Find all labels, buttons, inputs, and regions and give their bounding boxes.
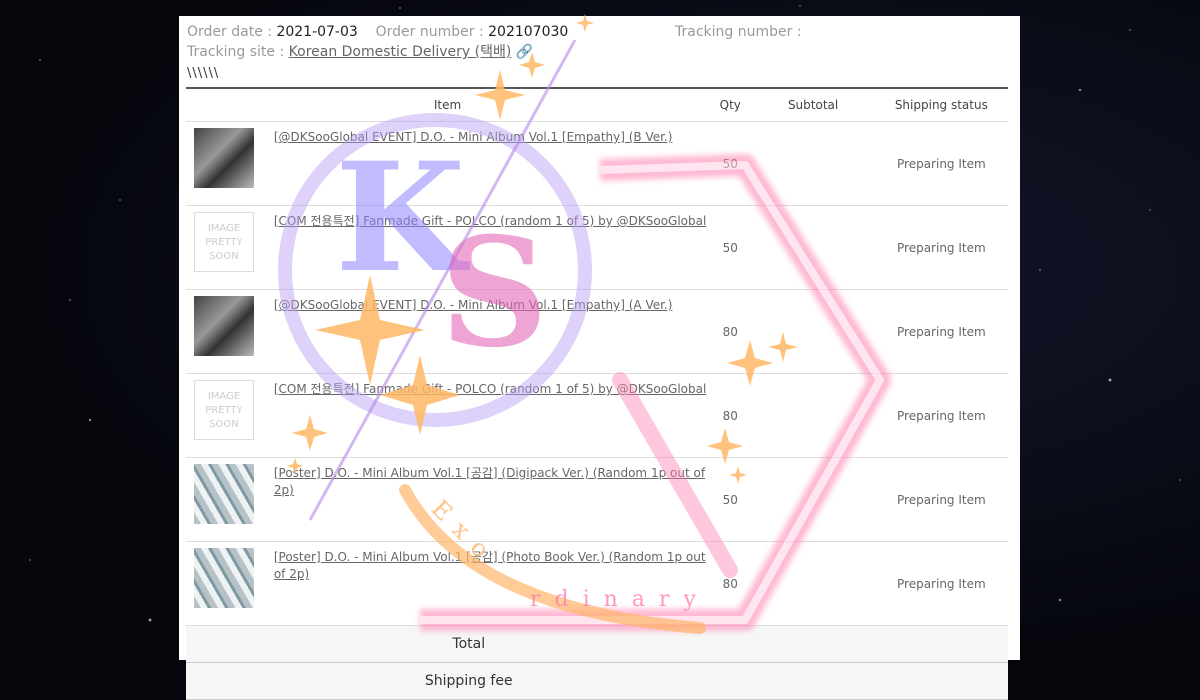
shipping-fee-value: [751, 662, 1008, 700]
item-qty: 80: [709, 373, 752, 458]
column-header-qty: Qty: [709, 87, 752, 122]
tracking-site-link[interactable]: Korean Domestic Delivery (택배): [289, 44, 512, 60]
total-label: Total: [186, 625, 752, 663]
placeholder-text: IMAGE: [207, 223, 241, 234]
placeholder-text: PRETTY: [205, 237, 243, 248]
table-row: [@DKSooGlobal EVENT] D.O. - Mini Album V…: [186, 289, 1008, 374]
item-shipping-status: Preparing Item: [874, 205, 1008, 290]
total-value: [751, 625, 1008, 663]
order-items-table: Item Qty Subtotal Shipping status [@DKSo…: [186, 87, 1008, 700]
table-row: [Poster] D.O. - Mini Album Vol.1 [공감] (D…: [186, 457, 1008, 542]
item-subtotal: [751, 121, 875, 206]
item-qty: 80: [709, 289, 752, 374]
placeholder-text: IMAGE: [207, 391, 241, 402]
order-number-label: Order number :: [375, 24, 484, 40]
column-header-subtotal: Subtotal: [751, 87, 875, 122]
order-info-row: Order date : 2021-07-03 Order number : 2…: [187, 24, 568, 40]
placeholder-text: SOON: [209, 251, 239, 262]
item-shipping-status: Preparing Item: [874, 373, 1008, 458]
item-subtotal: [751, 541, 875, 626]
product-thumbnail[interactable]: [194, 296, 254, 356]
slashes-text: \\\\\\: [187, 66, 220, 81]
placeholder-text: PRETTY: [205, 405, 243, 416]
product-thumbnail[interactable]: [194, 464, 254, 524]
item-qty: 80: [709, 541, 752, 626]
item-qty: 50: [709, 205, 752, 290]
item-name-link[interactable]: [@DKSooGlobal EVENT] D.O. - Mini Album V…: [274, 130, 673, 144]
item-shipping-status: Preparing Item: [874, 121, 1008, 206]
order-date-value: 2021-07-03: [276, 24, 358, 40]
placeholder-thumbnail[interactable]: IMAGE PRETTY SOON: [194, 212, 254, 272]
order-detail-panel: Order date : 2021-07-03 Order number : 2…: [179, 16, 1020, 700]
item-subtotal: [751, 373, 875, 458]
item-name-link[interactable]: [Poster] D.O. - Mini Album Vol.1 [공감] (P…: [274, 550, 706, 581]
table-row: [@DKSooGlobal EVENT] D.O. - Mini Album V…: [186, 121, 1008, 206]
item-shipping-status: Preparing Item: [874, 541, 1008, 626]
table-row: [Poster] D.O. - Mini Album Vol.1 [공감] (P…: [186, 541, 1008, 626]
item-subtotal: [751, 205, 875, 290]
item-name-link[interactable]: [COM 전용특전] Fanmade Gift - POLCO (random …: [274, 214, 707, 228]
product-thumbnail[interactable]: [194, 548, 254, 608]
item-qty: 50: [709, 457, 752, 542]
shipping-fee-label: Shipping fee: [186, 662, 752, 700]
table-row: IMAGE PRETTY SOON [COM 전용특전] Fanmade Gift -…: [186, 205, 1008, 290]
placeholder-text: SOON: [209, 419, 239, 430]
item-qty: 50: [709, 121, 752, 206]
item-shipping-status: Preparing Item: [874, 457, 1008, 542]
item-subtotal: [751, 457, 875, 542]
placeholder-thumbnail[interactable]: IMAGE PRETTY SOON: [194, 380, 254, 440]
item-subtotal: [751, 289, 875, 374]
link-icon[interactable]: 🔗: [516, 44, 533, 60]
tracking-number-label: Tracking number :: [675, 24, 802, 40]
order-date-label: Order date :: [187, 24, 272, 40]
table-row: IMAGE PRETTY SOON [COM 전용특전] Fanmade Gift -…: [186, 373, 1008, 458]
item-name-link[interactable]: [@DKSooGlobal EVENT] D.O. - Mini Album V…: [274, 298, 673, 312]
item-shipping-status: Preparing Item: [874, 289, 1008, 374]
item-name-link[interactable]: [COM 전용특전] Fanmade Gift - POLCO (random …: [274, 382, 707, 396]
column-header-item: Item: [186, 87, 710, 122]
tracking-site-label: Tracking site :: [187, 44, 285, 60]
product-thumbnail[interactable]: [194, 128, 254, 188]
item-name-link[interactable]: [Poster] D.O. - Mini Album Vol.1 [공감] (D…: [274, 466, 705, 497]
order-number-value: 202107030: [488, 24, 569, 40]
column-header-shipping-status: Shipping status: [874, 87, 1008, 122]
tracking-site-row: Tracking site : Korean Domestic Delivery…: [187, 41, 533, 61]
